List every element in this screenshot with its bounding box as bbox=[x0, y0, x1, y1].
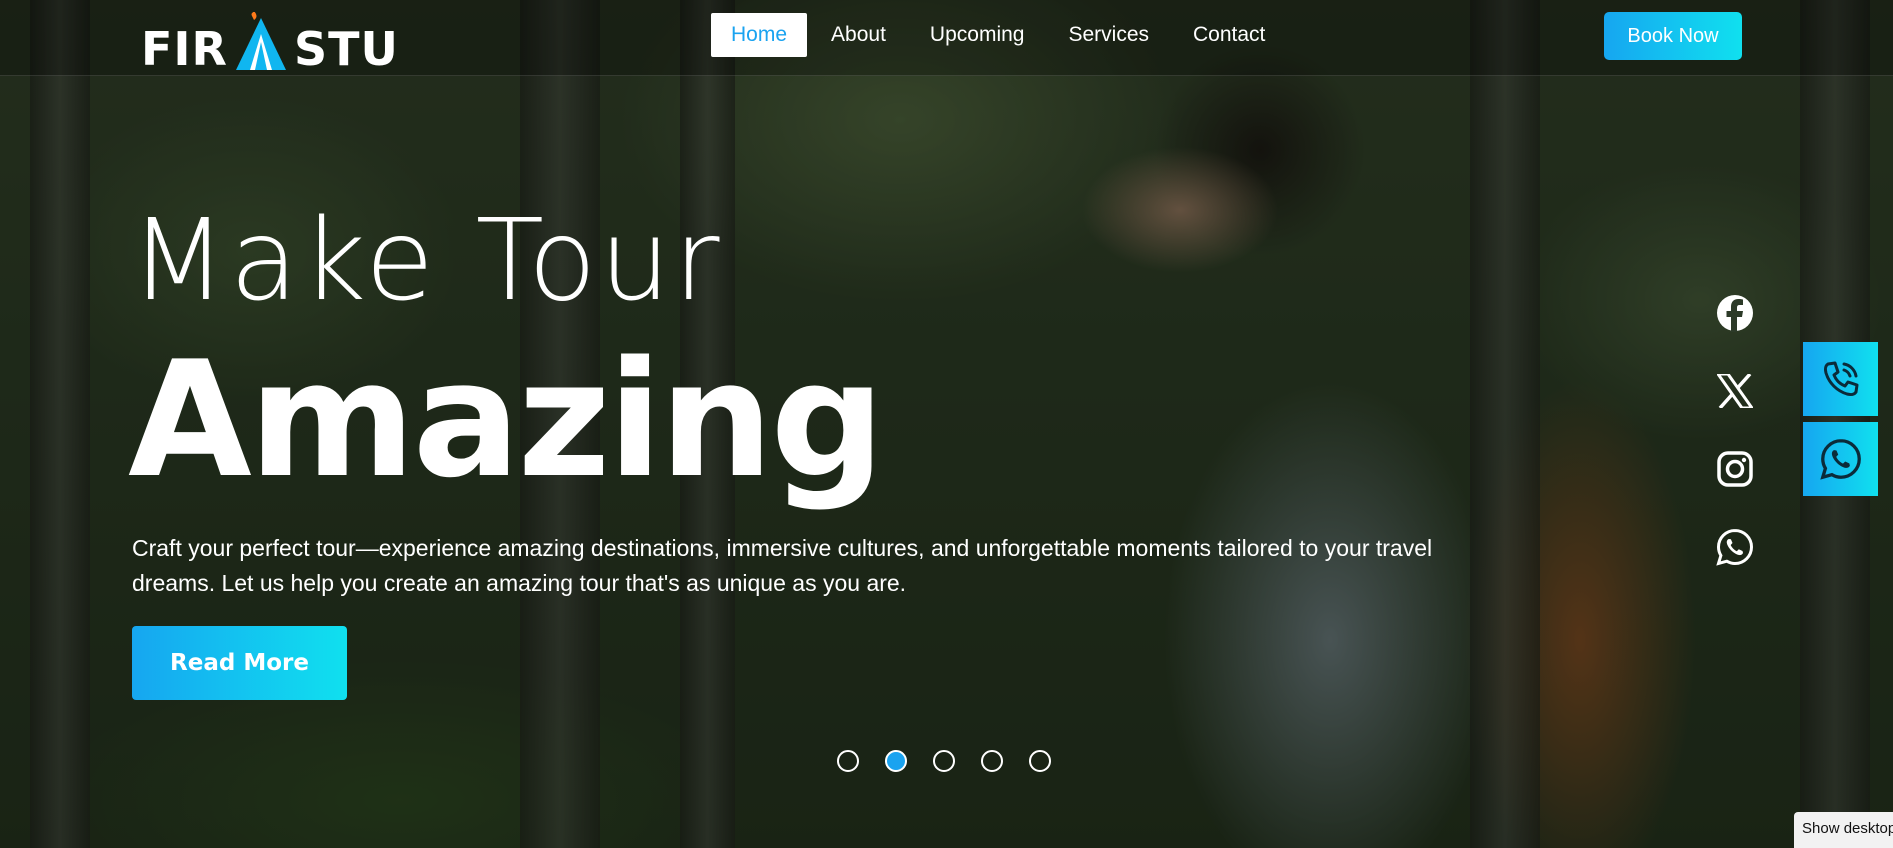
x-icon[interactable] bbox=[1715, 371, 1755, 411]
hero-description: Craft your perfect tour—experience amazi… bbox=[132, 535, 1433, 596]
read-more-button[interactable]: Read More bbox=[132, 626, 347, 700]
carousel-indicators bbox=[837, 750, 1051, 772]
floating-contact bbox=[1803, 342, 1878, 496]
whatsapp-icon bbox=[1819, 439, 1861, 480]
carousel-dot[interactable] bbox=[1029, 750, 1051, 772]
nav-services[interactable]: Services bbox=[1048, 13, 1169, 57]
site-header: FIR STU Home About Upcoming Services Con… bbox=[0, 0, 1893, 76]
hero-section: FIR STU Home About Upcoming Services Con… bbox=[0, 0, 1893, 848]
whatsapp-chat-button[interactable] bbox=[1803, 422, 1878, 496]
tent-logo-icon bbox=[235, 12, 286, 70]
carousel-dot[interactable] bbox=[837, 750, 859, 772]
carousel-dot-active[interactable] bbox=[885, 750, 907, 772]
main-nav: Home About Upcoming Services Contact bbox=[711, 13, 1285, 57]
nav-upcoming[interactable]: Upcoming bbox=[910, 13, 1045, 57]
logo-text-right: STU bbox=[293, 22, 399, 76]
logo[interactable]: FIR STU bbox=[141, 12, 399, 72]
social-links bbox=[1715, 293, 1755, 567]
show-desktop-tooltip[interactable]: Show desktop bbox=[1794, 812, 1893, 848]
carousel-dot[interactable] bbox=[933, 750, 955, 772]
nav-contact[interactable]: Contact bbox=[1173, 13, 1285, 57]
hero-headline-bold: Amazing bbox=[128, 326, 885, 513]
book-now-button[interactable]: Book Now bbox=[1604, 12, 1742, 60]
instagram-icon[interactable] bbox=[1715, 449, 1755, 489]
nav-home[interactable]: Home bbox=[711, 13, 808, 57]
logo-text-left: FIR bbox=[141, 22, 228, 76]
whatsapp-icon[interactable] bbox=[1715, 527, 1755, 567]
phone-call-button[interactable] bbox=[1803, 342, 1878, 416]
hero-headline-light: Make Tour bbox=[130, 196, 723, 326]
nav-about[interactable]: About bbox=[811, 13, 906, 57]
phone-icon bbox=[1823, 361, 1858, 397]
facebook-icon[interactable] bbox=[1715, 293, 1755, 333]
carousel-dot[interactable] bbox=[981, 750, 1003, 772]
